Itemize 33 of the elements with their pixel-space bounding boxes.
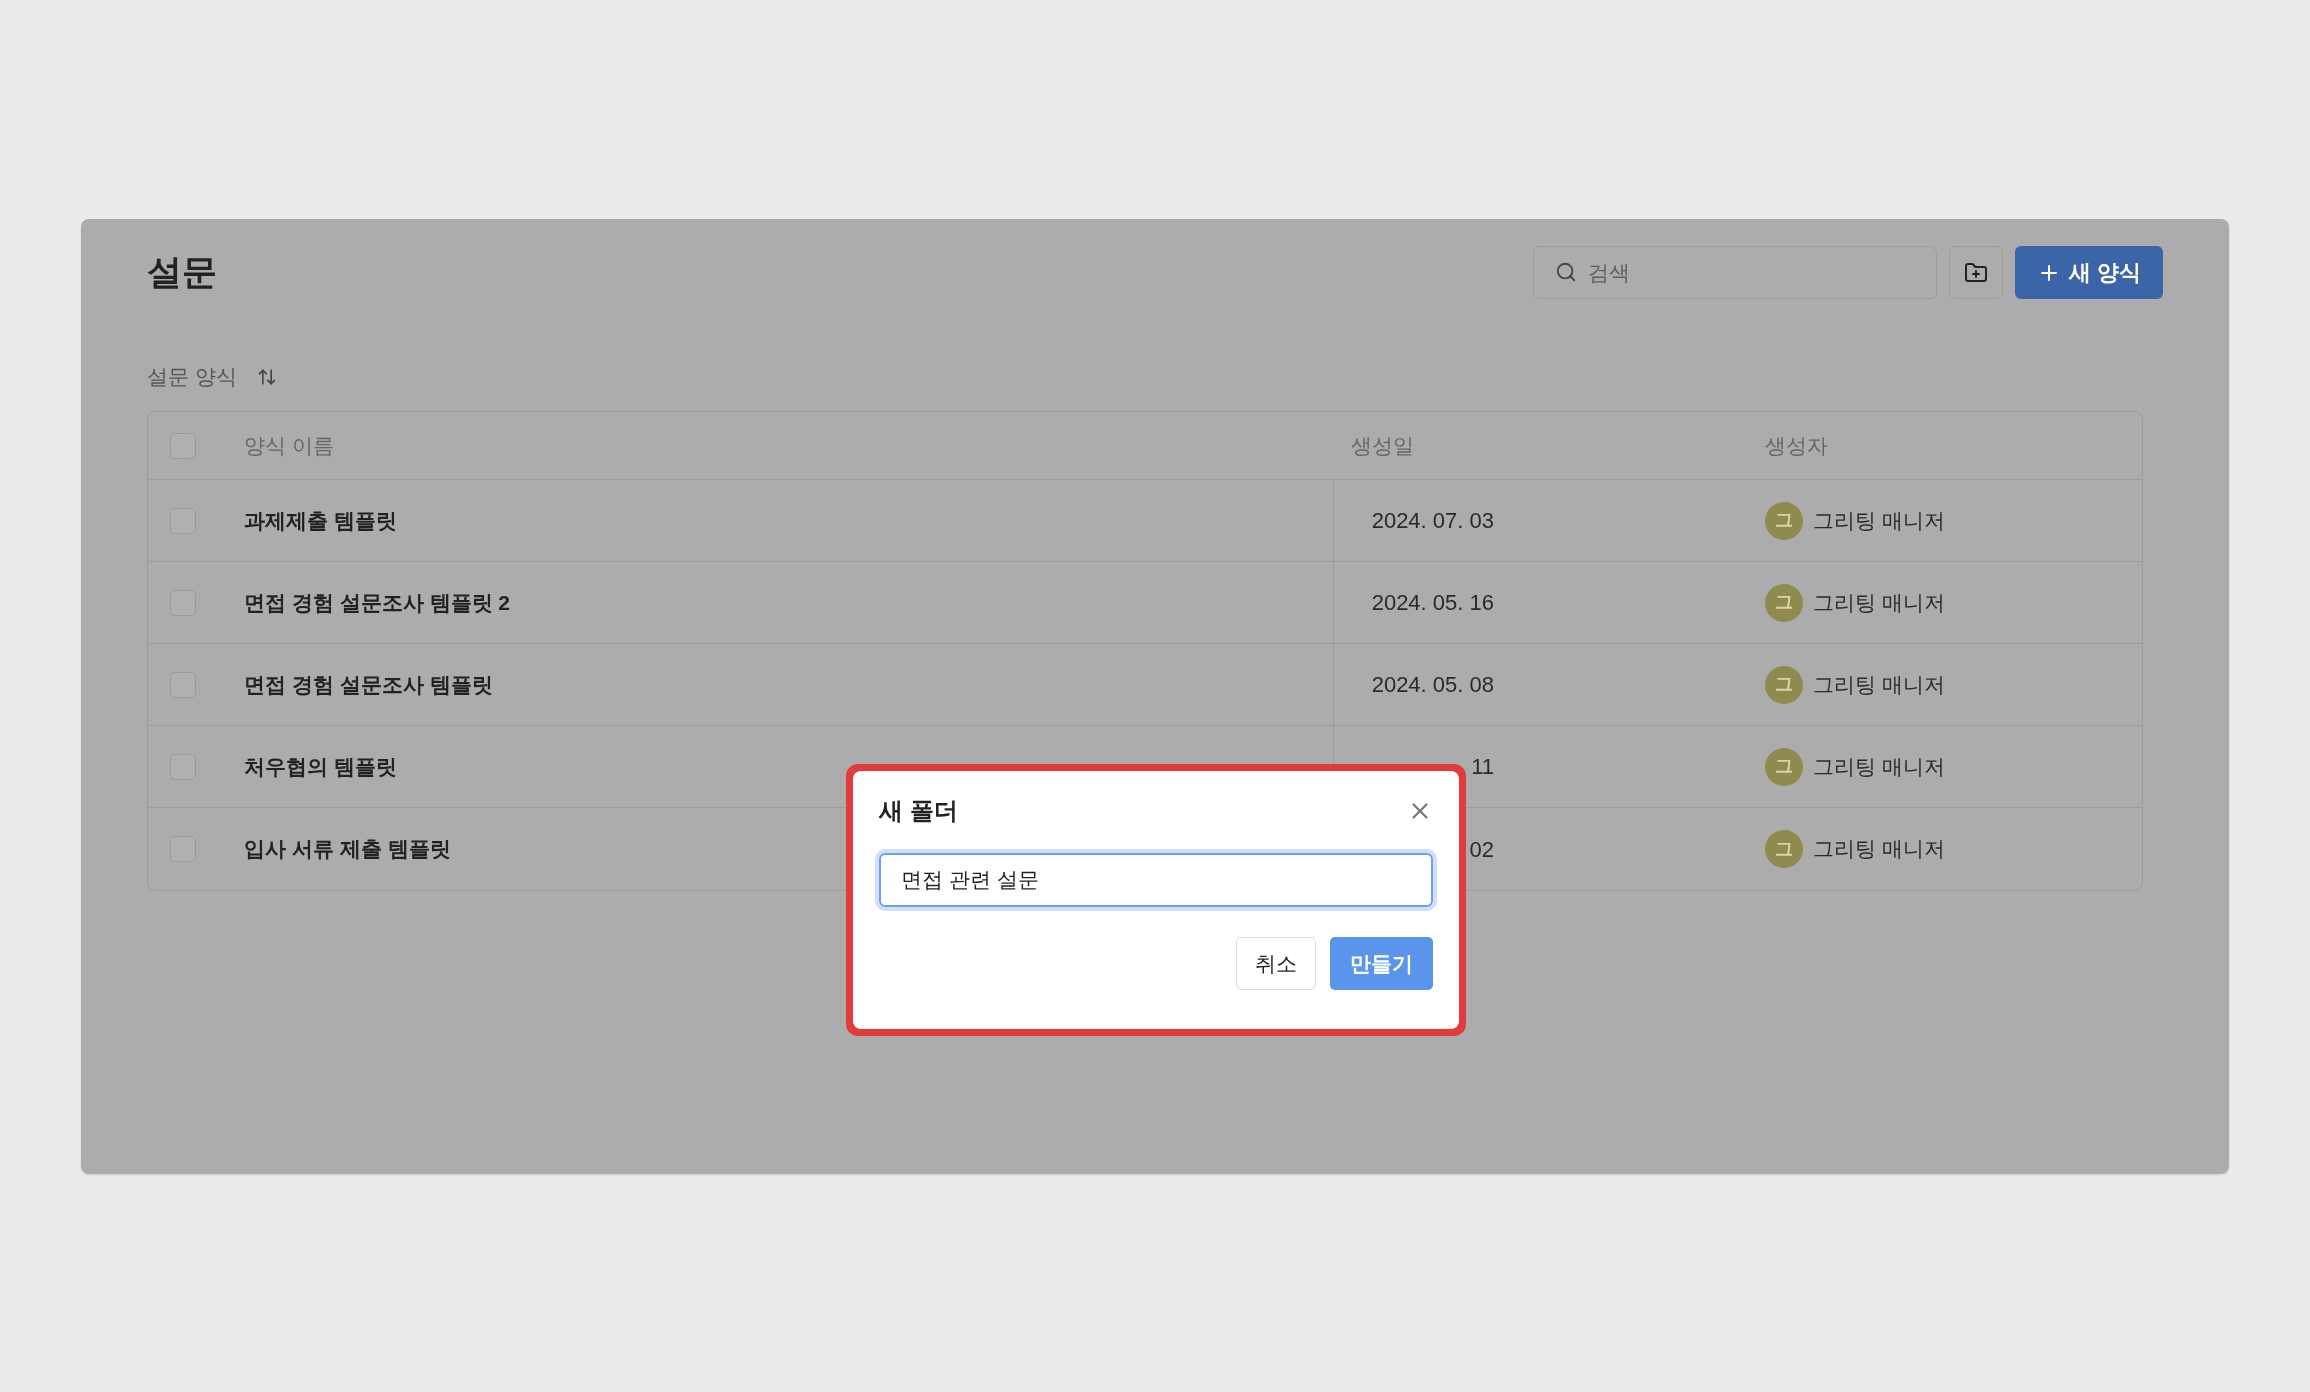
creator-name: 그리팅 매니저 — [1813, 671, 1945, 698]
cancel-button[interactable]: 취소 — [1236, 937, 1316, 990]
folder-plus-icon — [1963, 260, 1988, 285]
created-date: 2024. 07. 03 — [1370, 507, 1494, 535]
column-header: 양식 이름 — [244, 433, 334, 457]
created-date: 2024. 05. 08 — [1370, 671, 1494, 699]
form-name[interactable]: 면접 경험 설문조사 템플릿 2 — [244, 590, 511, 614]
dialog-title: 새 폴더 — [879, 796, 958, 826]
form-name[interactable]: 처우협의 템플릿 — [244, 754, 397, 778]
column-header: 생성일 — [1351, 433, 1414, 457]
avatar: 그 — [1765, 501, 1803, 540]
search-field[interactable]: 검색 — [1532, 246, 1937, 299]
avatar: 그 — [1765, 665, 1803, 704]
avatar: 그 — [1765, 830, 1803, 868]
column-header: 생성자 — [1765, 433, 1828, 457]
created-date: 2024. 05. 16 — [1370, 589, 1494, 617]
form-name[interactable]: 과제제출 템플릿 — [244, 508, 397, 532]
created-date: 02 — [1468, 835, 1494, 864]
new-form-button[interactable]: 새 양식 — [2014, 246, 2163, 299]
search-icon — [1554, 261, 1577, 283]
sort-icon[interactable] — [256, 367, 277, 387]
avatar: 그 — [1765, 747, 1803, 786]
creator-name: 그리팅 매니저 — [1813, 753, 1945, 780]
creator-name: 그리팅 매니저 — [1813, 589, 1945, 616]
form-name[interactable]: 면접 경험 설문조사 템플릿 — [244, 672, 493, 696]
page-title: 설문 — [147, 251, 217, 294]
created-date: 11 — [1470, 753, 1494, 781]
creator-name: 그리팅 매니저 — [1813, 836, 1945, 863]
section-label: 설문 양식 — [147, 364, 237, 391]
new-folder-button[interactable] — [1948, 246, 2003, 299]
creator-name: 그리팅 매니저 — [1813, 507, 1945, 534]
form-name[interactable]: 입사 서류 제출 템플릿 — [244, 837, 451, 861]
avatar: 그 — [1765, 583, 1803, 622]
